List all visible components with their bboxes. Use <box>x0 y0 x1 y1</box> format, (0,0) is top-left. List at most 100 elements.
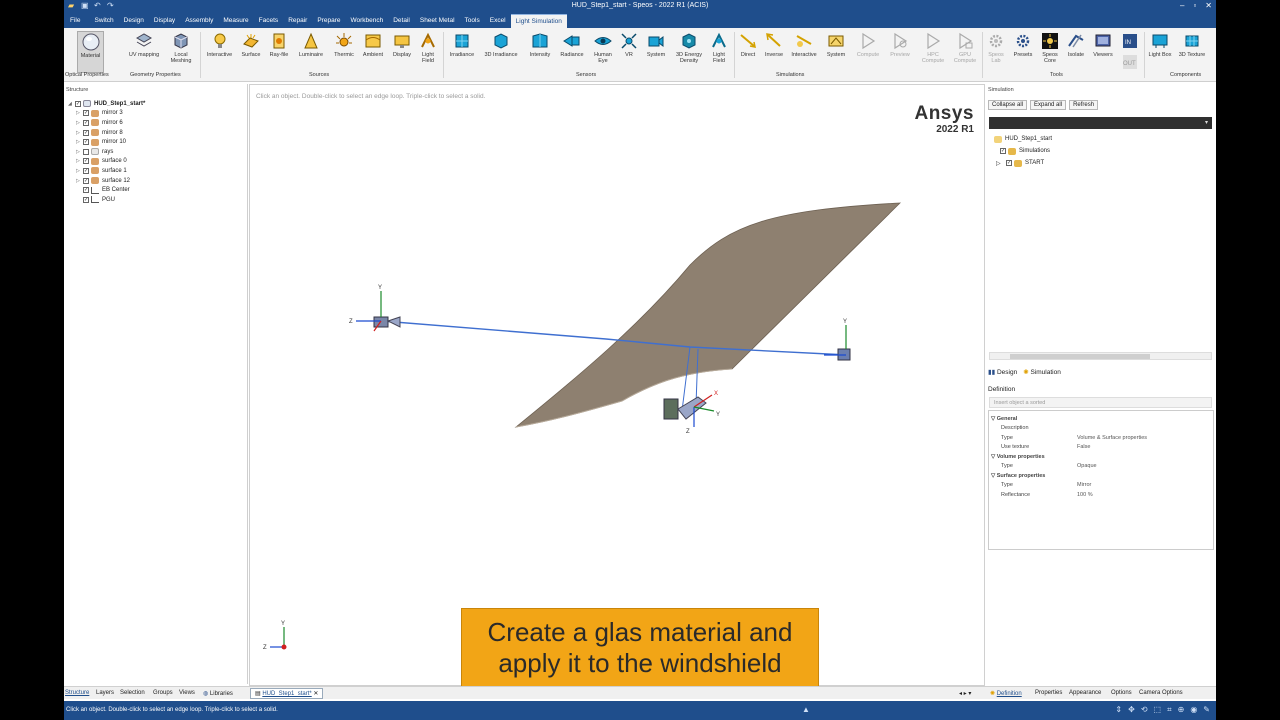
mirror-object[interactable]: Z Y X <box>663 391 720 435</box>
3d-irradiance-sensor-button[interactable]: 3D Irradiance <box>480 31 522 73</box>
visibility-checkbox[interactable]: ✓ <box>83 139 89 146</box>
collapse-all-button[interactable]: Collapse all <box>988 100 1028 110</box>
snap-icon[interactable]: ⌗ <box>1167 705 1172 715</box>
tab-excel[interactable]: Excel <box>485 14 511 28</box>
tab-properties[interactable]: Properties <box>1035 690 1062 696</box>
tab-views[interactable]: Views <box>179 690 195 696</box>
expand-arrow-icon[interactable]: ▷ <box>76 149 83 155</box>
pen-icon[interactable]: ✎ <box>1203 705 1210 715</box>
tree-root[interactable]: ◢ ✓ HUD_Step1_start* <box>68 99 145 109</box>
tree-item[interactable]: ▷ ✓ surface 12 <box>68 176 145 186</box>
select-mode-icon[interactable]: ⇕ <box>1115 705 1122 715</box>
speos-core-button[interactable]: Speos Core <box>1038 31 1062 73</box>
visibility-checkbox[interactable]: ✓ <box>83 177 89 184</box>
sim-tree-item[interactable]: ✓ Simulations <box>994 145 1052 157</box>
definition-search[interactable]: Insert object a sorted <box>989 397 1212 408</box>
tree-item[interactable]: ▷ ✓ mirror 6 <box>68 118 145 128</box>
export-out-button[interactable]: OUT <box>1120 52 1140 72</box>
horizontal-scrollbar[interactable] <box>989 352 1212 360</box>
thermic-source-button[interactable]: Thermic <box>330 31 358 73</box>
3d-viewport[interactable]: Click an object. Double-click to select … <box>249 84 985 688</box>
presets-button[interactable]: Presets <box>1010 31 1036 73</box>
interactive-source-button[interactable]: Interactive <box>203 31 236 73</box>
speos-lab-button[interactable]: Speos Lab <box>984 31 1008 73</box>
uv-mapping-button[interactable]: UV mapping <box>126 31 162 73</box>
tab-prepare[interactable]: Prepare <box>312 14 345 28</box>
material-button[interactable]: Material <box>77 31 104 73</box>
checkbox[interactable]: ✓ <box>1006 160 1012 166</box>
expand-arrow-icon[interactable]: ▷ <box>996 160 1006 167</box>
maximize-button[interactable]: ▫ <box>1193 1 1196 10</box>
tab-design[interactable]: ▮▮ Design <box>988 368 1017 376</box>
system-simulation-button[interactable]: System <box>822 31 850 73</box>
visibility-checkbox[interactable]: ✓ <box>75 100 81 107</box>
vr-sensor-button[interactable]: VR <box>618 31 640 73</box>
intensity-sensor-button[interactable]: Intensity <box>525 31 555 73</box>
eye-box-object[interactable]: Y Z <box>349 285 401 332</box>
tab-libraries[interactable]: ◍ Libraries <box>203 690 233 697</box>
tab-appearance[interactable]: Appearance <box>1069 690 1101 696</box>
3d-energy-density-sensor-button[interactable]: 3D Energy Density <box>672 31 706 73</box>
system-sensor-button[interactable]: System <box>642 31 670 73</box>
direct-simulation-button[interactable]: Direct <box>736 31 760 73</box>
isolate-button[interactable]: Isolate <box>1064 31 1088 73</box>
preview-button[interactable]: Preview <box>886 31 914 73</box>
tab-file[interactable]: File <box>66 14 89 28</box>
tree-item[interactable]: ✓ PGU <box>68 195 145 205</box>
refresh-button[interactable]: Refresh <box>1069 100 1099 110</box>
tab-sheet-metal[interactable]: Sheet Metal <box>415 14 460 28</box>
tab-assembly[interactable]: Assembly <box>180 14 218 28</box>
tab-definition[interactable]: ✺ Definition <box>990 690 1022 697</box>
visibility-checkbox[interactable]: ✓ <box>83 119 89 126</box>
expand-arrow-icon[interactable]: ▷ <box>76 120 83 126</box>
expand-all-button[interactable]: Expand all <box>1030 100 1067 110</box>
tab-structure[interactable]: Structure <box>65 690 89 696</box>
rotate-icon[interactable]: ⟲ <box>1141 705 1148 715</box>
expand-arrow-icon[interactable]: ▷ <box>76 158 83 164</box>
property-row[interactable]: Type Mirror <box>989 481 1212 491</box>
tab-switch[interactable]: Switch <box>89 14 118 28</box>
light-field-sensor-button[interactable]: Light Field <box>708 31 730 73</box>
close-button[interactable]: ✕ <box>1205 1 1212 10</box>
windshield-surface[interactable] <box>514 202 902 428</box>
property-row[interactable]: Type Opaque <box>989 462 1212 472</box>
tab-display[interactable]: Display <box>149 14 180 28</box>
hpc-compute-button[interactable]: HPC Compute <box>918 31 948 73</box>
tree-item[interactable]: ▷ ✓ mirror 3 <box>68 109 145 119</box>
sim-tree-root[interactable]: HUD_Step1_start <box>994 133 1052 145</box>
tab-options[interactable]: Options <box>1111 690 1132 696</box>
ray-file-source-button[interactable]: Ray-file <box>266 31 292 73</box>
expand-arrow-icon[interactable]: ▷ <box>76 110 83 116</box>
tab-groups[interactable]: Groups <box>153 690 173 696</box>
property-row[interactable]: Type Volume & Surface properties <box>989 433 1212 443</box>
tab-measure[interactable]: Measure <box>218 14 253 28</box>
tab-tools[interactable]: Tools <box>460 14 485 28</box>
filter-icon[interactable]: ▾ <box>1205 119 1208 126</box>
scrollbar-thumb[interactable] <box>1010 354 1150 359</box>
zoom-icon[interactable]: ⊕ <box>1178 705 1185 715</box>
tab-scroll-arrows[interactable]: ◂ ▸ ▾ <box>959 690 971 697</box>
sim-tree-item[interactable]: ▷ ✓ START <box>994 157 1052 169</box>
expand-arrow-icon[interactable]: ▷ <box>76 130 83 136</box>
tab-design[interactable]: Design <box>119 14 149 28</box>
viewers-button[interactable]: Viewers <box>1090 31 1116 73</box>
visibility-checkbox[interactable]: ✓ <box>83 196 89 203</box>
view-triad[interactable]: Y Z <box>263 621 287 651</box>
tab-workbench[interactable]: Workbench <box>345 14 388 28</box>
tab-light-simulation[interactable]: Light Simulation <box>510 14 567 28</box>
tab-repair[interactable]: Repair <box>283 14 312 28</box>
tree-item[interactable]: ✓ EB Center <box>68 185 145 195</box>
3d-texture-button[interactable]: 3D Texture <box>1176 31 1208 73</box>
radiance-sensor-button[interactable]: Radiance <box>557 31 587 73</box>
tab-simulation[interactable]: ✺ Simulation <box>1023 368 1061 376</box>
tree-item[interactable]: ▷ rays <box>68 147 145 157</box>
visibility-checkbox[interactable]: ✓ <box>83 129 89 136</box>
document-tab[interactable]: ▤ HUD_Step1_start* ✕ <box>250 688 324 699</box>
gpu-compute-button[interactable]: GPU Compute <box>950 31 980 73</box>
tree-item[interactable]: ▷ ✓ mirror 10 <box>68 137 145 147</box>
tab-camera-options[interactable]: Camera Options <box>1139 690 1183 696</box>
tab-selection[interactable]: Selection <box>120 690 145 696</box>
ambient-source-button[interactable]: Ambient <box>360 31 386 73</box>
visibility-checkbox[interactable]: ✓ <box>83 167 89 174</box>
light-field-source-button[interactable]: Light Field <box>417 31 439 73</box>
